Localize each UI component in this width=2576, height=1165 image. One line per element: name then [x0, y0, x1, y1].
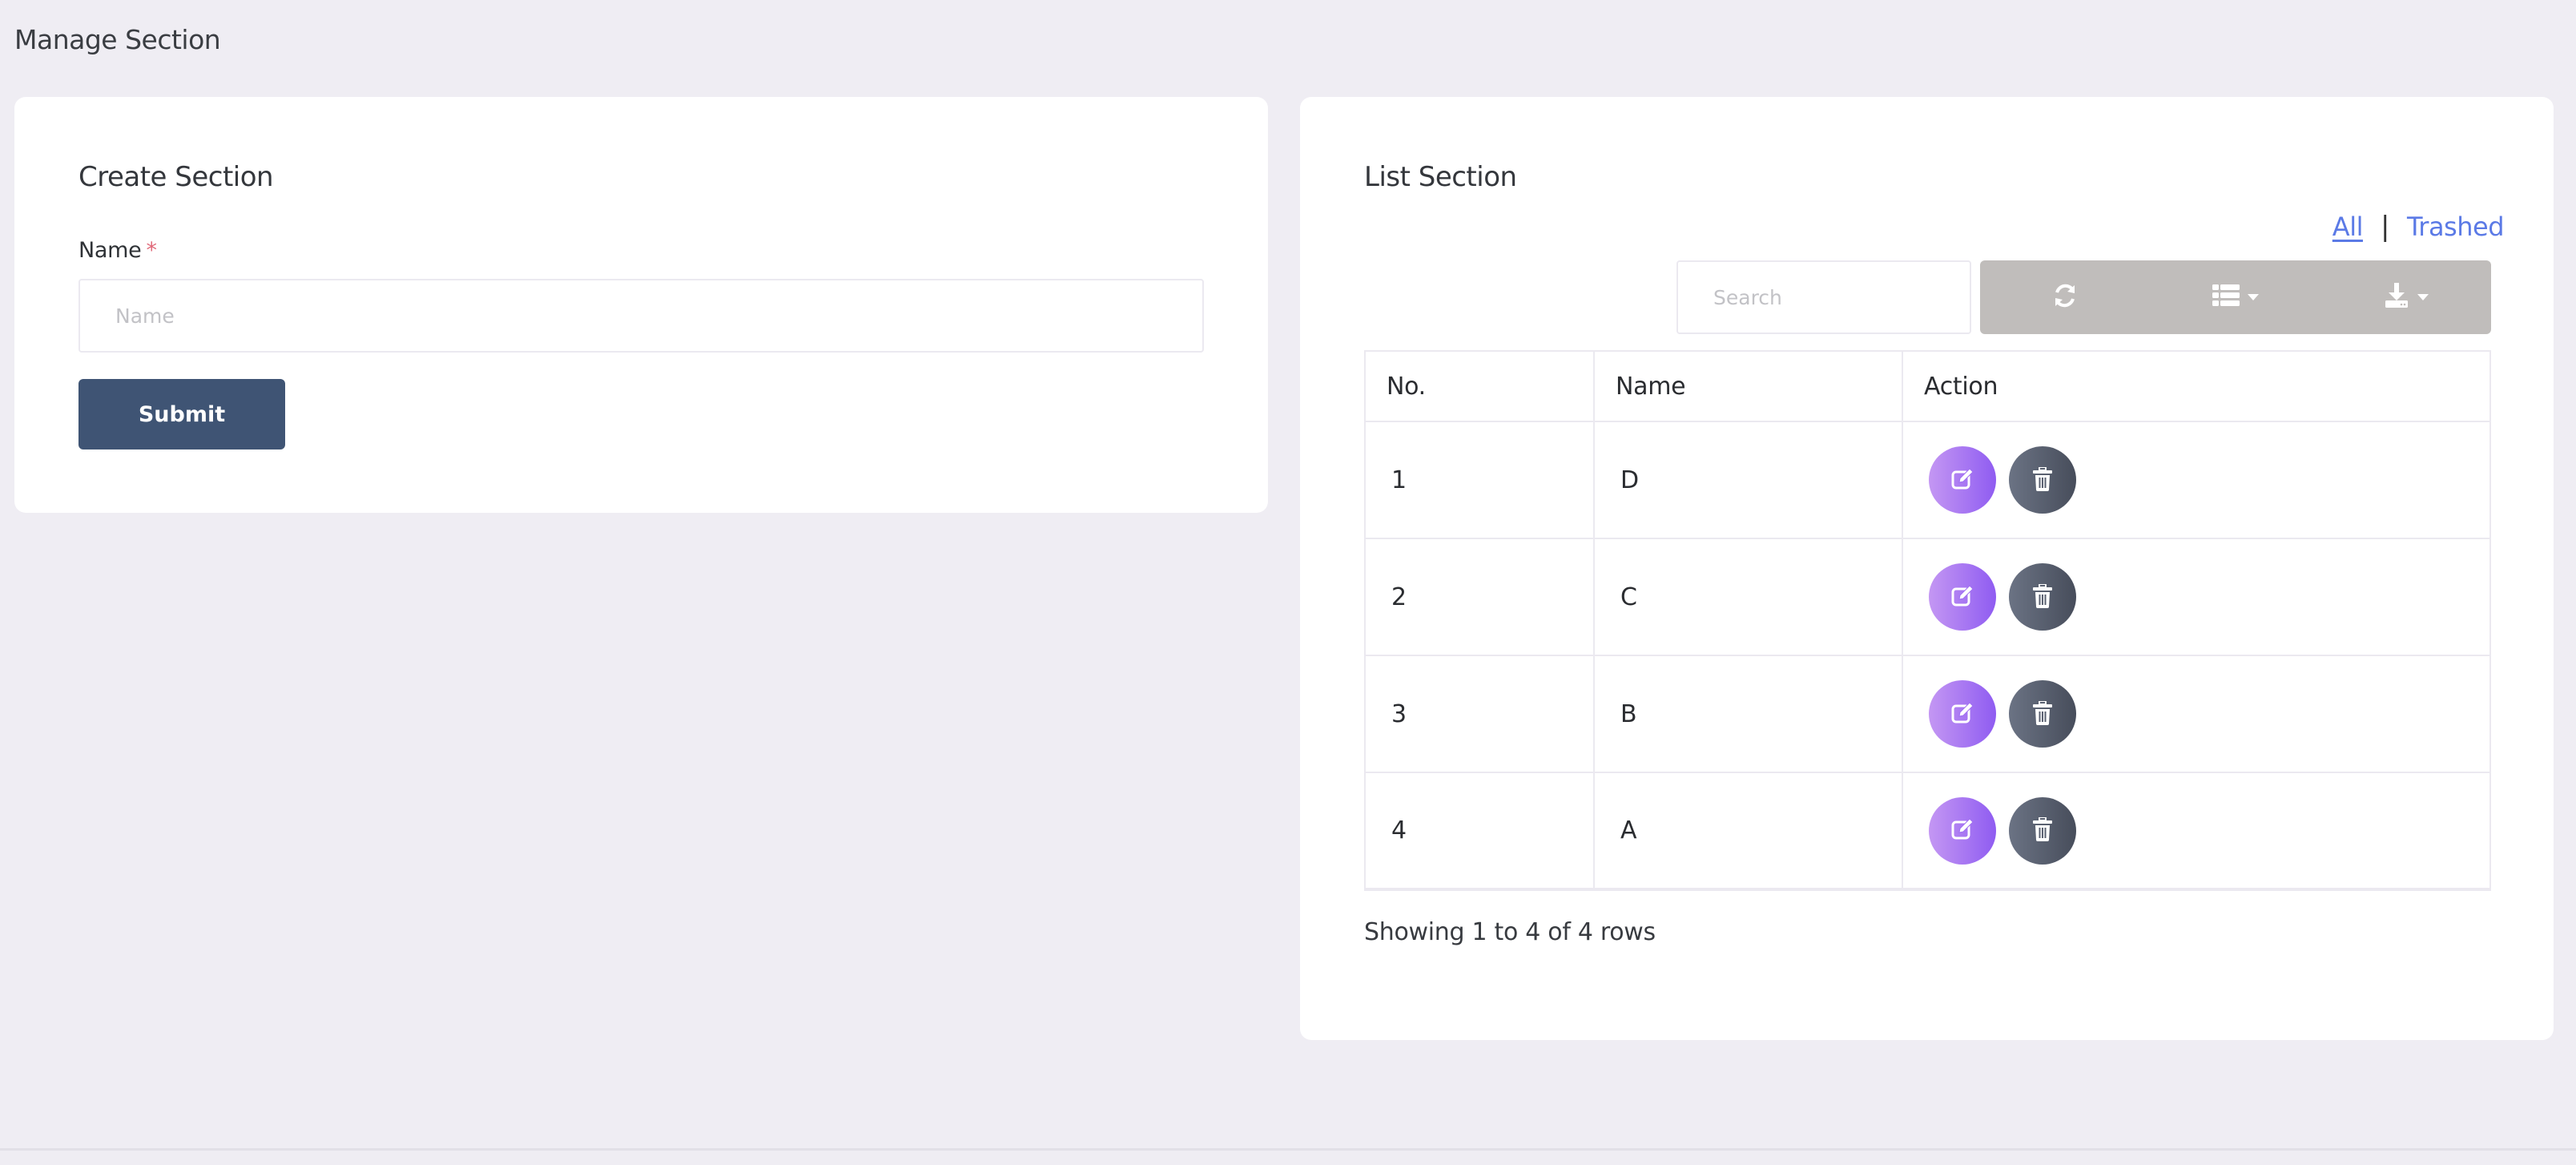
- column-header-action: Action: [1902, 350, 2491, 422]
- row-actions: [1902, 772, 2491, 891]
- trash-icon: [2033, 582, 2052, 611]
- columns-dropdown-button[interactable]: [2151, 260, 2321, 334]
- edit-icon: [1950, 467, 1974, 494]
- table-row: 1 D: [1364, 421, 2491, 539]
- create-section-card: Create Section Name* Submit: [14, 97, 1268, 513]
- filter-separator: |: [2380, 211, 2389, 243]
- name-label-text: Name: [78, 238, 142, 263]
- name-field-label: Name *: [78, 238, 157, 263]
- row-name: D: [1593, 421, 1903, 539]
- list-section-card: List Section All | Trashed Search No. Na…: [1300, 97, 2554, 1040]
- sections-table: No. Name Action 1 D 2 C 3 B 4 A: [1364, 350, 2491, 891]
- row-name: C: [1593, 538, 1903, 656]
- table-toolbar: [1980, 260, 2491, 334]
- row-number: 3: [1364, 655, 1595, 773]
- edit-button[interactable]: [1929, 563, 1996, 631]
- row-number: 4: [1364, 772, 1595, 891]
- column-header-no[interactable]: No.: [1364, 350, 1595, 422]
- edit-icon: [1950, 584, 1974, 611]
- delete-button[interactable]: [2009, 446, 2076, 514]
- delete-button[interactable]: [2009, 796, 2076, 865]
- trash-icon: [2033, 816, 2052, 844]
- row-name: A: [1593, 772, 1903, 891]
- table-row: 4 A: [1364, 772, 2491, 891]
- list-section-title: List Section: [1364, 161, 1517, 193]
- row-actions: [1902, 421, 2491, 539]
- delete-button[interactable]: [2009, 680, 2076, 748]
- table-summary: Showing 1 to 4 of 4 rows: [1364, 918, 1656, 946]
- row-actions: [1902, 538, 2491, 656]
- filter-all-link[interactable]: All: [2332, 212, 2364, 242]
- edit-button[interactable]: [1929, 680, 1996, 748]
- create-section-title: Create Section: [78, 161, 274, 193]
- refresh-button[interactable]: [1980, 260, 2151, 334]
- row-number: 2: [1364, 538, 1595, 656]
- table-row: 3 B: [1364, 655, 2491, 773]
- chevron-down-icon: [2417, 294, 2429, 300]
- edit-button[interactable]: [1929, 446, 1996, 514]
- footer-divider: [0, 1148, 2576, 1151]
- export-dropdown-button[interactable]: [2320, 260, 2491, 334]
- page-title: Manage Section: [14, 24, 221, 55]
- refresh-icon: [2053, 283, 2077, 312]
- chevron-down-icon: [2248, 294, 2259, 300]
- row-name: B: [1593, 655, 1903, 773]
- filter-trashed-link[interactable]: Trashed: [2407, 212, 2505, 242]
- trash-icon: [2033, 466, 2052, 494]
- search-input[interactable]: [1676, 260, 1971, 334]
- trash-icon: [2033, 699, 2052, 728]
- required-marker: *: [146, 238, 157, 263]
- name-input[interactable]: [78, 279, 1204, 353]
- edit-icon: [1950, 701, 1974, 728]
- list-columns-icon: [2212, 284, 2240, 310]
- delete-button[interactable]: [2009, 563, 2076, 631]
- edit-button[interactable]: [1929, 796, 1996, 865]
- table-header-row: No. Name Action: [1364, 350, 2491, 422]
- edit-icon: [1950, 817, 1974, 844]
- column-header-name[interactable]: Name: [1593, 350, 1903, 422]
- row-number: 1: [1364, 421, 1595, 539]
- download-icon: [2384, 283, 2409, 312]
- table-row: 2 C: [1364, 538, 2491, 656]
- submit-button[interactable]: Submit: [78, 379, 285, 449]
- filter-links: All | Trashed: [2332, 211, 2505, 243]
- row-actions: [1902, 655, 2491, 773]
